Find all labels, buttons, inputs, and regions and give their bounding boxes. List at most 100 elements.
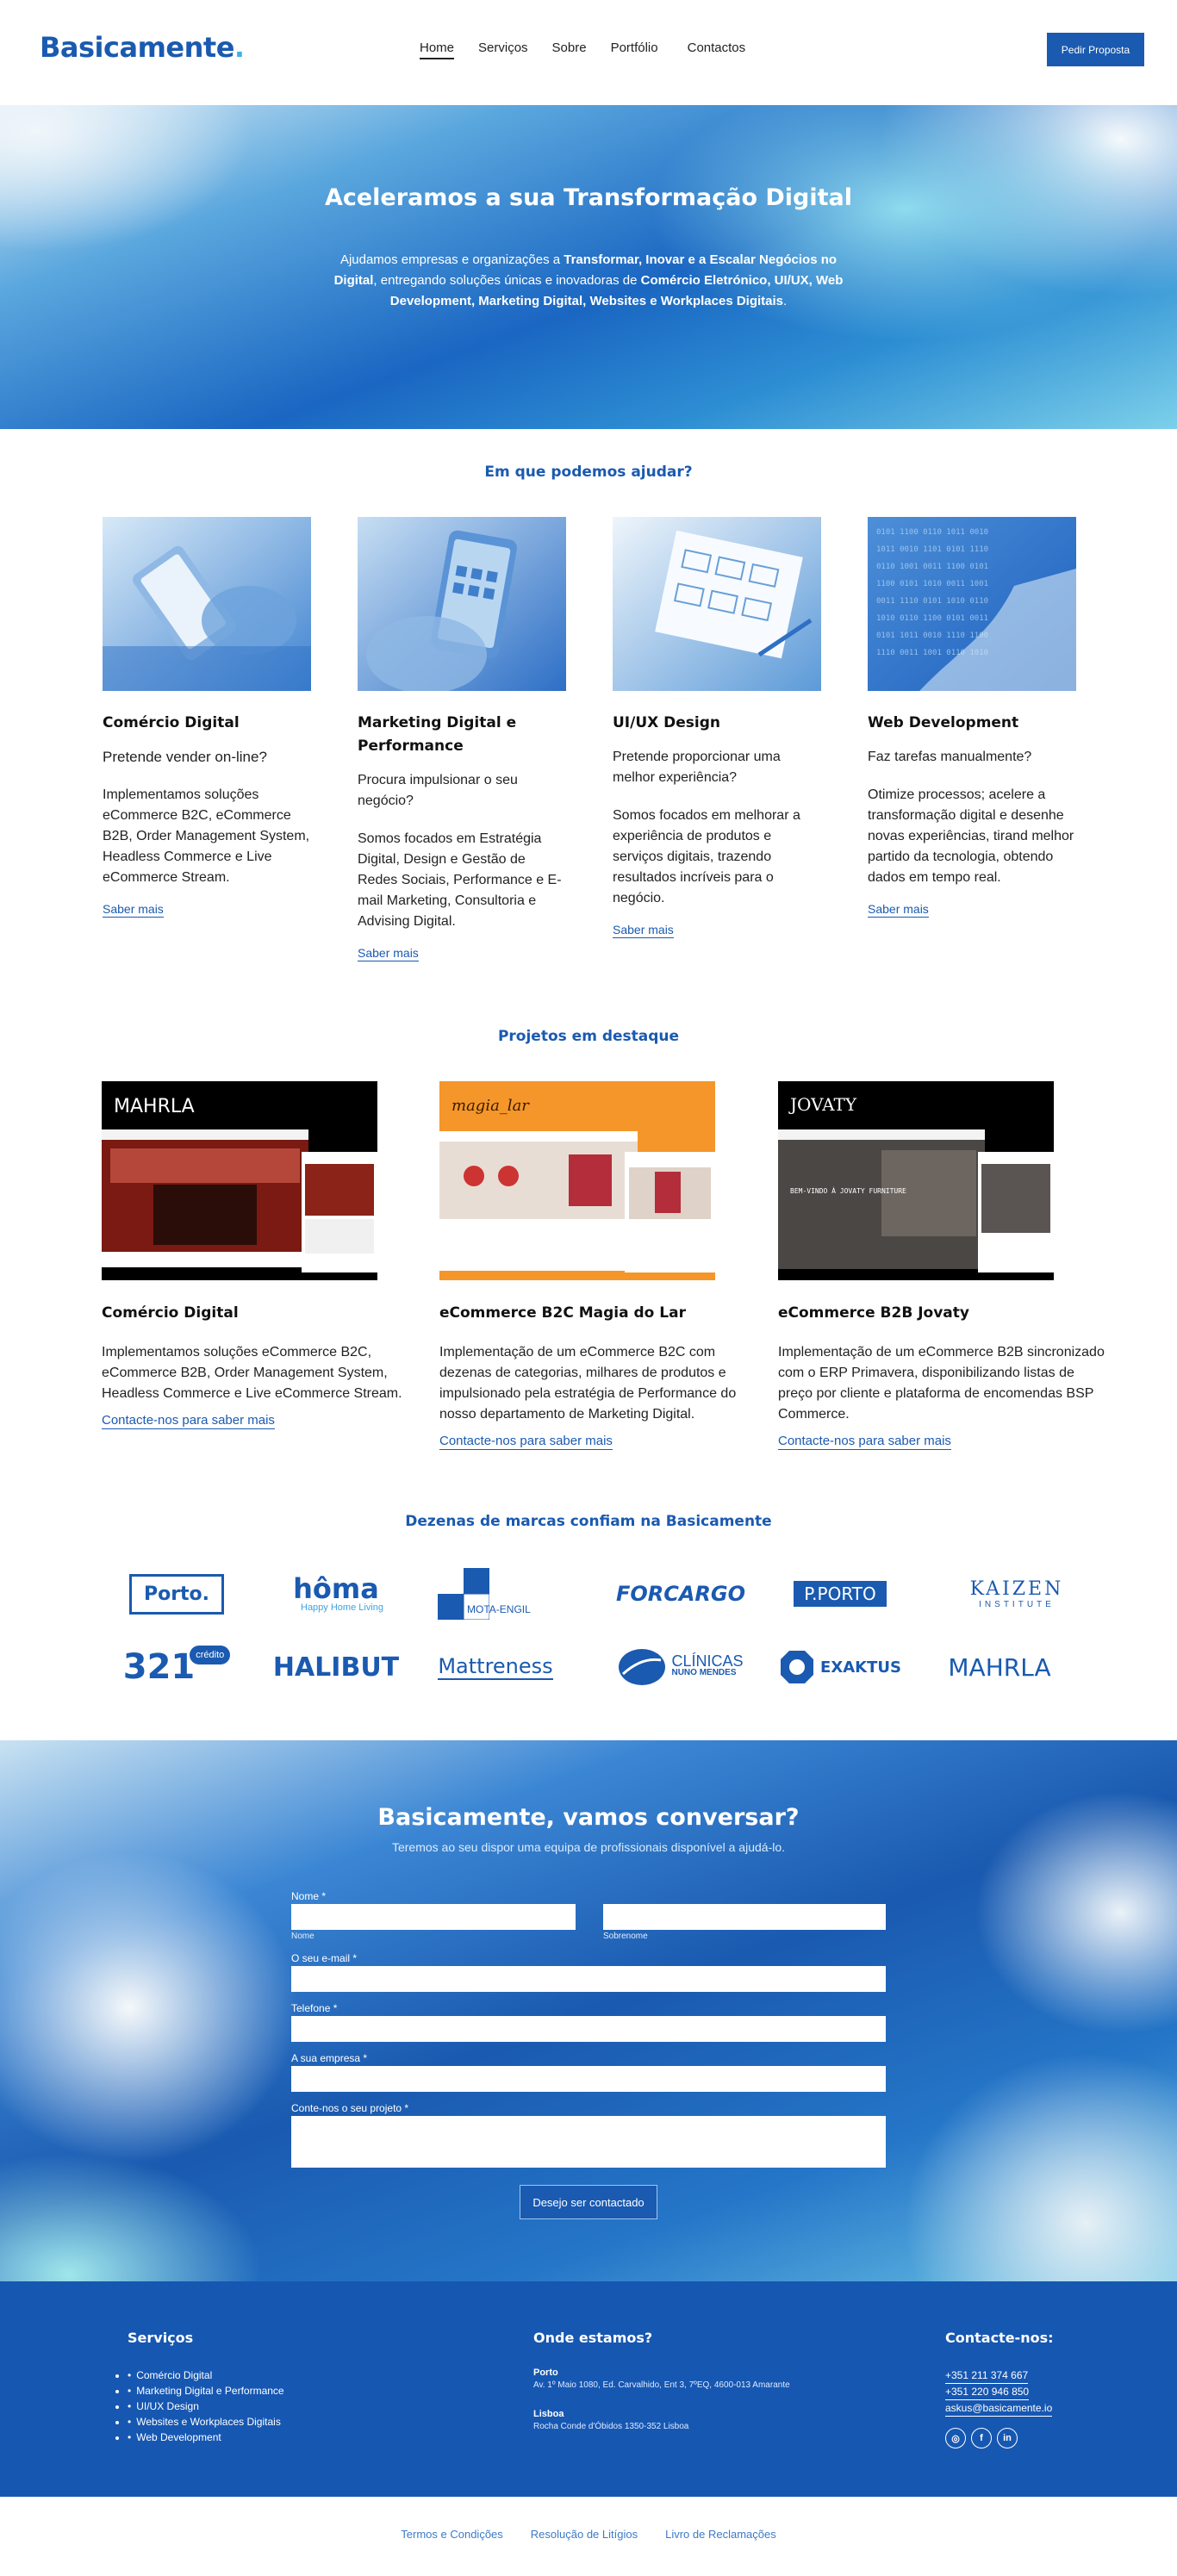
footer-contact-title: Contacte-nos: bbox=[945, 2330, 1054, 2346]
project-description: Implementamos soluções eCommerce B2C, eC… bbox=[102, 1345, 402, 1401]
service-image bbox=[358, 517, 566, 691]
svg-text:1100 0101 1010 0011 1001: 1100 0101 1010 0011 1001 bbox=[876, 580, 988, 588]
footer-service-link[interactable]: Web Development bbox=[128, 2430, 284, 2445]
logo-clinicas-nuno-mendes: CLÍNICAS NUNO MENDES bbox=[607, 1637, 754, 1697]
jovaty-hero-text: BEM-VINDO À JOVATY FURNITURE bbox=[790, 1185, 906, 1195]
jovaty-logo-text: JOVATY bbox=[788, 1094, 857, 1115]
lisboa-address: Rocha Conde d'Óbidos 1350-352 Lisboa bbox=[533, 2422, 689, 2431]
logo-pporto: P.PORTO bbox=[767, 1564, 913, 1624]
service-card-comercio: Comércio Digital Pretende vender on-line… bbox=[103, 517, 311, 918]
pedir-proposta-button[interactable]: Pedir Proposta bbox=[1047, 33, 1144, 66]
footer-contacts: +351 211 374 667 +351 220 946 850 askus@… bbox=[945, 2368, 1053, 2417]
saber-mais-link[interactable]: Saber mais bbox=[868, 902, 929, 918]
footer-service-link[interactable]: UI/UX Design bbox=[128, 2399, 284, 2414]
project-card-magia-lar: magia_lar eCommerce B2C Magia do Lar Imp… bbox=[439, 1081, 767, 1450]
service-title: UI/UX Design bbox=[613, 714, 721, 731]
project-card-mahrla: MAHRLA Comércio Digital Implementamos so… bbox=[102, 1081, 429, 1429]
porto-title: Porto bbox=[533, 2368, 558, 2378]
terms-link[interactable]: Termos e Condições bbox=[401, 2528, 503, 2541]
facebook-icon[interactable]: f bbox=[971, 2428, 992, 2448]
logo-porto: Porto. bbox=[103, 1564, 250, 1624]
main-nav: Home Serviços Sobre Portfólio Contactos bbox=[420, 40, 745, 59]
footer-service-link[interactable]: Websites e Workplaces Digitais bbox=[128, 2414, 284, 2430]
phone-input[interactable] bbox=[291, 2016, 886, 2042]
project-title: eCommerce B2C Magia do Lar bbox=[439, 1304, 686, 1322]
svg-text:1010 0110 1100 0101 0011: 1010 0110 1100 0101 0011 bbox=[876, 614, 988, 623]
services-title: Em que podemos ajudar? bbox=[484, 464, 693, 481]
logo-321-credito: 321 crédito bbox=[103, 1637, 250, 1697]
project-label: Conte-nos o seu projeto * bbox=[291, 2102, 409, 2114]
litigation-link[interactable]: Resolução de Litígios bbox=[531, 2528, 638, 2541]
service-description: Otimize processos; acelere a transformaç… bbox=[868, 787, 1074, 885]
service-question: Pretende vender on-line? bbox=[103, 749, 267, 765]
name-label: Nome * bbox=[291, 1890, 327, 1902]
logo-exaktus: EXAKTUS bbox=[767, 1637, 913, 1697]
first-name-hint: Nome bbox=[291, 1932, 314, 1941]
email-link[interactable]: askus@basicamente.io bbox=[945, 2400, 1053, 2417]
phone-label: Telefone * bbox=[291, 2002, 338, 2014]
project-textarea[interactable] bbox=[291, 2116, 886, 2168]
logo-kaizen: KAIZEN INSTITUTE bbox=[969, 1578, 1064, 1609]
svg-text:0110 1001 0011 1100 0101: 0110 1001 0011 1100 0101 bbox=[876, 563, 988, 571]
contact-link[interactable]: Contacte-nos para saber mais bbox=[102, 1413, 275, 1429]
submit-contact-button[interactable]: Desejo ser contactado bbox=[520, 2185, 657, 2219]
svg-text:1011 0010 1101 0101 1110: 1011 0010 1101 0101 1110 bbox=[876, 545, 988, 554]
social-links: ◎ f in bbox=[945, 2428, 1018, 2448]
linkedin-icon[interactable]: in bbox=[997, 2428, 1018, 2448]
hero-description: Ajudamos empresas e organizações a Trans… bbox=[333, 252, 844, 308]
last-name-input[interactable] bbox=[603, 1904, 886, 1930]
logo-mahrla: MAHRLA bbox=[948, 1652, 1051, 1682]
hero-banner: Aceleramos a sua Transformação Digital A… bbox=[0, 105, 1177, 429]
logo-mattreness: Mattreness bbox=[438, 1654, 553, 1680]
svg-text:0101 1011 0010 1110 1100: 0101 1011 0010 1110 1100 bbox=[876, 632, 988, 640]
footer-service-link[interactable]: Comércio Digital bbox=[128, 2368, 284, 2383]
last-name-hint: Sobrenome bbox=[603, 1932, 648, 1941]
phone-link-1[interactable]: +351 211 374 667 bbox=[945, 2368, 1029, 2384]
nav-contactos[interactable]: Contactos bbox=[688, 40, 746, 59]
service-title: Comércio Digital bbox=[103, 714, 240, 731]
projects-title: Projetos em destaque bbox=[497, 1028, 680, 1045]
email-input[interactable] bbox=[291, 1966, 886, 1992]
footer-where-title: Onde estamos? bbox=[533, 2330, 653, 2346]
project-image: magia_lar bbox=[439, 1081, 715, 1280]
service-question: Pretende proporcionar uma melhor experiê… bbox=[613, 750, 781, 785]
contact-subtitle: Teremos ao seu dispor uma equipa de prof… bbox=[391, 1840, 786, 1854]
service-card-uiux: UI/UX Design Pretende proporcionar uma m… bbox=[613, 517, 821, 938]
saber-mais-link[interactable]: Saber mais bbox=[613, 923, 674, 938]
brands-title: Dezenas de marcas confiam na Basicamente bbox=[405, 1513, 772, 1530]
company-label: A sua empresa * bbox=[291, 2052, 368, 2064]
logo-halibut: HALIBUT bbox=[272, 1652, 400, 1683]
project-card-jovaty: JOVATY BEM-VINDO À JOVATY FURNITURE eCom… bbox=[778, 1081, 1105, 1450]
service-title: Web Development bbox=[868, 714, 1019, 731]
lisboa-title: Lisboa bbox=[533, 2409, 564, 2419]
footer-services-list: Comércio Digital Marketing Digital e Per… bbox=[128, 2368, 284, 2445]
complaints-book-link[interactable]: Livro de Reclamações bbox=[665, 2528, 776, 2541]
service-image: 0101 1100 0110 1011 0010 1011 0010 1101 … bbox=[868, 517, 1076, 691]
logo-forcargo: FORCARGO bbox=[615, 1582, 746, 1606]
phone-link-2[interactable]: +351 220 946 850 bbox=[945, 2384, 1030, 2400]
svg-text:0011 1110 0101 1010 0110: 0011 1110 0101 1010 0110 bbox=[876, 597, 988, 606]
hero-title: Aceleramos a sua Transformação Digital bbox=[324, 184, 853, 211]
nav-servicos[interactable]: Serviços bbox=[478, 40, 528, 59]
footer-service-link[interactable]: Marketing Digital e Performance bbox=[128, 2383, 283, 2399]
service-description: Implementamos soluções eCommerce B2C, eC… bbox=[103, 787, 310, 885]
contact-link[interactable]: Contacte-nos para saber mais bbox=[778, 1434, 951, 1450]
saber-mais-link[interactable]: Saber mais bbox=[103, 902, 164, 918]
contact-section: Basicamente, vamos conversar? Teremos ao… bbox=[0, 1740, 1177, 2281]
project-description: Implementação de um eCommerce B2C com de… bbox=[439, 1345, 737, 1422]
company-input[interactable] bbox=[291, 2066, 886, 2092]
saber-mais-link[interactable]: Saber mais bbox=[358, 946, 419, 961]
footer-locations: Porto Av. 1º Maio 1080, Ed. Carvalhido, … bbox=[533, 2368, 790, 2431]
contact-title: Basicamente, vamos conversar? bbox=[377, 1804, 800, 1831]
service-description: Somos focados em melhorar a experiência … bbox=[613, 808, 800, 905]
nav-sobre[interactable]: Sobre bbox=[552, 40, 587, 59]
service-card-webdev: 0101 1100 0110 1011 0010 1011 0010 1101 … bbox=[868, 517, 1076, 918]
service-question: Procura impulsionar o seu negócio? bbox=[358, 773, 518, 808]
nav-portfolio[interactable]: Portfólio bbox=[611, 40, 658, 59]
nav-home[interactable]: Home bbox=[420, 40, 455, 59]
contact-link[interactable]: Contacte-nos para saber mais bbox=[439, 1434, 613, 1450]
legal-links: Termos e Condições Resolução de Litígios… bbox=[0, 2528, 1177, 2541]
logo[interactable]: Basicamente. bbox=[40, 31, 245, 64]
first-name-input[interactable] bbox=[291, 1904, 576, 1930]
instagram-icon[interactable]: ◎ bbox=[945, 2428, 966, 2448]
